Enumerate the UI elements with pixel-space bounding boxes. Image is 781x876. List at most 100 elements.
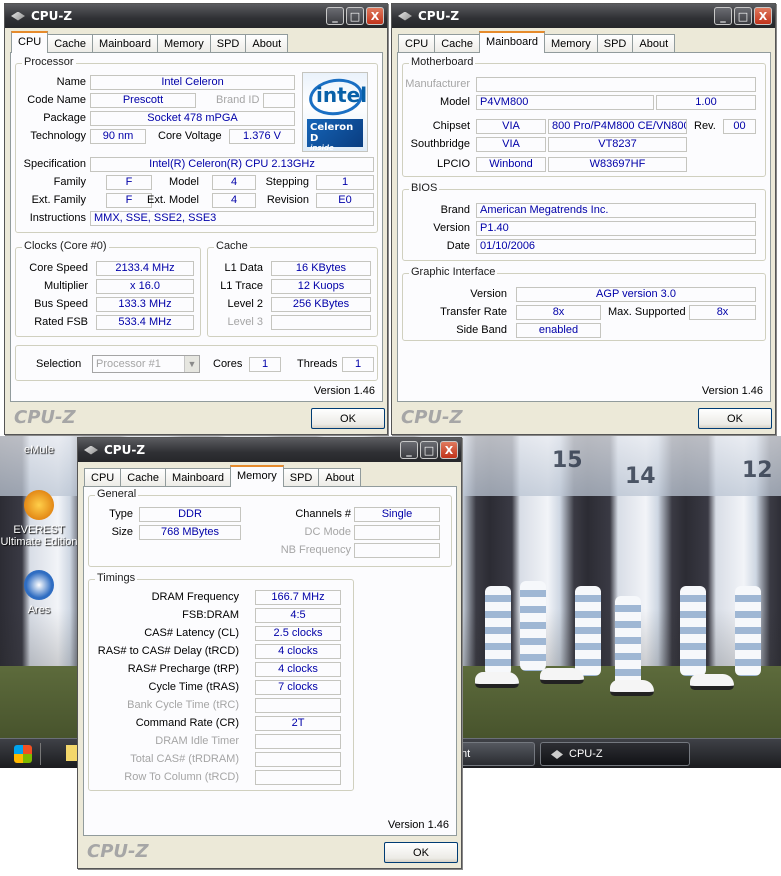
desktop-icon-emule[interactable]: eMule bbox=[0, 444, 78, 456]
brandid-label: Brand ID bbox=[216, 94, 260, 106]
ok-button[interactable]: OK bbox=[311, 408, 385, 429]
celeron-product: Celeron D bbox=[310, 122, 354, 144]
level2-value: 256 KBytes bbox=[271, 297, 371, 312]
window-title: CPU-Z bbox=[418, 9, 460, 23]
cpuz-brand-logo: CPU-Z bbox=[14, 407, 76, 428]
tab-memory[interactable]: Memory bbox=[230, 465, 284, 487]
tab-strip: CPU Cache Mainboard Memory SPD About bbox=[11, 31, 289, 53]
timing-value: 166.7 MHz bbox=[255, 590, 341, 605]
minimize-button[interactable]: _ bbox=[326, 7, 344, 25]
revision-label: Revision bbox=[266, 194, 309, 206]
maximize-button[interactable]: □ bbox=[346, 7, 364, 25]
bios-date-value: 01/10/2006 bbox=[476, 239, 756, 254]
motherboard-group: Motherboard Manufacturer Model P4VM800 1… bbox=[402, 56, 766, 177]
bios-brand-label: Brand bbox=[440, 204, 470, 216]
instructions-label: Instructions bbox=[29, 212, 86, 224]
timing-value: 7 clocks bbox=[255, 680, 341, 695]
intel-inside-text: inside bbox=[310, 144, 334, 152]
ok-button[interactable]: OK bbox=[384, 842, 458, 863]
tab-mainboard[interactable]: Mainboard bbox=[92, 34, 159, 53]
processor-select-value: Processor #1 bbox=[96, 358, 161, 370]
l1-trace-label: L1 Trace bbox=[220, 280, 263, 292]
timing-label: RAS# Precharge (tRP) bbox=[127, 663, 239, 675]
cpuz-window-memory: CPU-Z _ □ X CPU Cache Mainboard Memory S… bbox=[77, 437, 462, 869]
tab-cache[interactable]: Cache bbox=[434, 34, 481, 53]
start-windows-icon[interactable] bbox=[14, 745, 32, 763]
close-button[interactable]: X bbox=[754, 7, 772, 25]
model-revision-value: 1.00 bbox=[656, 95, 756, 110]
processor-select[interactable]: Processor #1 ▼ bbox=[92, 355, 200, 373]
nb-frequency-value bbox=[354, 543, 440, 558]
timing-value bbox=[255, 770, 341, 785]
tab-about[interactable]: About bbox=[318, 468, 362, 487]
channels-value: Single bbox=[354, 507, 440, 522]
general-group-title: General bbox=[95, 488, 139, 500]
tab-spd[interactable]: SPD bbox=[209, 34, 247, 53]
tab-cpu[interactable]: CPU bbox=[84, 468, 122, 487]
tab-cpu[interactable]: CPU bbox=[11, 31, 49, 53]
maximize-button[interactable]: □ bbox=[734, 7, 752, 25]
taskbar-cpuz-label: CPU-Z bbox=[569, 748, 603, 760]
desktop-icon-everest[interactable]: EVEREST Ultimate Edition bbox=[0, 490, 78, 548]
model-value: P4VM800 bbox=[476, 95, 654, 110]
tab-about[interactable]: About bbox=[245, 34, 289, 53]
tab-cache[interactable]: Cache bbox=[120, 468, 167, 487]
tab-mainboard[interactable]: Mainboard bbox=[165, 468, 232, 487]
dc-mode-value bbox=[354, 525, 440, 540]
tab-spd[interactable]: SPD bbox=[282, 468, 320, 487]
cache-group-title: Cache bbox=[214, 240, 250, 252]
side-band-label: Side Band bbox=[456, 324, 507, 336]
wallpaper-sock bbox=[520, 581, 546, 671]
max-supported-value: 8x bbox=[689, 305, 756, 320]
taskbar-divider bbox=[40, 743, 41, 765]
transfer-rate-label: Transfer Rate bbox=[440, 306, 507, 318]
tab-spd[interactable]: SPD bbox=[596, 34, 634, 53]
tab-cpu[interactable]: CPU bbox=[398, 34, 436, 53]
lpcio-label: LPCIO bbox=[436, 158, 470, 170]
instructions-value: MMX, SSE, SSE2, SSE3 bbox=[90, 211, 374, 226]
multiplier-label: Multiplier bbox=[43, 280, 88, 292]
maximize-button[interactable]: □ bbox=[420, 441, 438, 459]
agp-version-label: Version bbox=[470, 288, 507, 300]
chevron-down-icon[interactable]: ▼ bbox=[184, 356, 199, 372]
jersey-number: 15 bbox=[552, 448, 583, 473]
size-label: Size bbox=[111, 526, 133, 538]
model-value: 4 bbox=[212, 175, 256, 190]
emule-label: eMule bbox=[24, 444, 54, 456]
extmodel-value: 4 bbox=[212, 193, 256, 208]
tab-memory[interactable]: Memory bbox=[157, 34, 211, 53]
minimize-button[interactable]: _ bbox=[400, 441, 418, 459]
southbridge-vendor: VIA bbox=[476, 137, 546, 152]
timing-value bbox=[255, 734, 341, 749]
taskbar-item-cpuz[interactable]: CPU-Z bbox=[540, 742, 690, 766]
title-bar[interactable]: CPU-Z _ □ X bbox=[5, 4, 387, 28]
lpcio-value: W83697HF bbox=[548, 157, 687, 172]
chipset-value: 800 Pro/P4M800 CE/VN800/Cl bbox=[548, 119, 687, 134]
tab-strip: CPU Cache Mainboard Memory SPD About bbox=[84, 465, 362, 487]
minimize-button[interactable]: _ bbox=[714, 7, 732, 25]
rated-fsb-value: 533.4 MHz bbox=[96, 315, 194, 330]
tab-memory[interactable]: Memory bbox=[544, 34, 598, 53]
window-title: CPU-Z bbox=[31, 9, 73, 23]
tab-about[interactable]: About bbox=[632, 34, 676, 53]
agp-version-value: AGP version 3.0 bbox=[516, 287, 756, 302]
max-supported-label: Max. Supported bbox=[608, 306, 686, 318]
bios-brand-value: American Megatrends Inc. bbox=[476, 203, 756, 218]
ok-button[interactable]: OK bbox=[698, 408, 772, 429]
tab-mainboard[interactable]: Mainboard bbox=[479, 31, 546, 53]
stepping-label: Stepping bbox=[265, 176, 309, 188]
tab-cache[interactable]: Cache bbox=[47, 34, 94, 53]
selection-label: Selection bbox=[36, 358, 82, 370]
close-button[interactable]: X bbox=[440, 441, 458, 459]
close-button[interactable]: X bbox=[366, 7, 384, 25]
timing-value bbox=[255, 698, 341, 713]
l1-data-label: L1 Data bbox=[224, 262, 263, 274]
desktop-icon-ares[interactable]: Ares bbox=[0, 570, 78, 616]
tab-panel: General Type DDR Channels # Single Size … bbox=[83, 486, 457, 836]
ares-icon bbox=[24, 570, 54, 600]
processor-group: Processor Name Intel Celeron Code Name P… bbox=[15, 56, 378, 233]
title-bar[interactable]: CPU-Z _ □ X bbox=[392, 4, 775, 28]
technology-value: 90 nm bbox=[90, 129, 146, 144]
title-bar[interactable]: CPU-Z _ □ X bbox=[78, 438, 461, 462]
rated-fsb-label: Rated FSB bbox=[34, 316, 88, 328]
